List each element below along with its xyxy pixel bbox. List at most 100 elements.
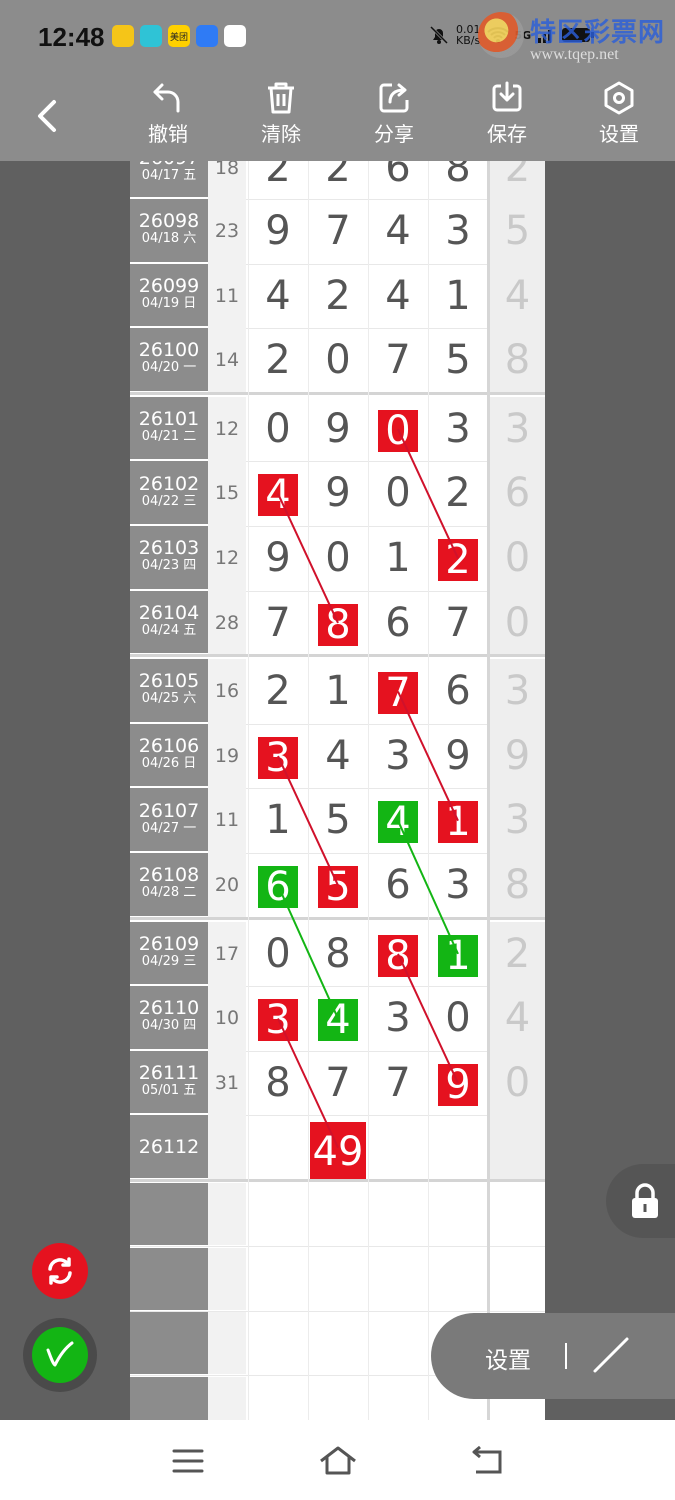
- digit-cell[interactable]: 2: [248, 161, 308, 199]
- digit-cell[interactable]: 2: [248, 328, 308, 393]
- digit-cell[interactable]: 3: [428, 199, 488, 264]
- digit-cell[interactable]: 4: [248, 264, 308, 329]
- column-divider: [368, 161, 369, 1420]
- digit-cell[interactable]: 6: [368, 161, 428, 199]
- digit-cell[interactable]: 5: [428, 328, 488, 393]
- digit-cell[interactable]: [368, 1115, 428, 1180]
- digit-cell[interactable]: 6: [248, 853, 308, 918]
- digit-cell[interactable]: [248, 1115, 308, 1180]
- undo-button[interactable]: 撤销: [128, 80, 208, 156]
- digit-cell[interactable]: 3: [248, 986, 308, 1051]
- digit-cell[interactable]: 4: [368, 264, 428, 329]
- digit-cell[interactable]: 7: [248, 591, 308, 656]
- digit-cell[interactable]: 6: [368, 591, 428, 656]
- highlighted-digit[interactable]: 7: [378, 672, 418, 715]
- digit-cell[interactable]: 8: [308, 922, 368, 987]
- clear-button[interactable]: 清除: [241, 80, 321, 156]
- digit-cell[interactable]: 7: [308, 199, 368, 264]
- highlighted-digit[interactable]: 8: [318, 603, 358, 646]
- digit-cell[interactable]: 8: [308, 591, 368, 656]
- digit-cell[interactable]: 0: [428, 986, 488, 1051]
- digit-cell[interactable]: 7: [368, 1051, 428, 1116]
- lock-button[interactable]: [606, 1164, 675, 1238]
- digit-cell[interactable]: 7: [368, 328, 428, 393]
- digit-cell[interactable]: 2: [428, 526, 488, 591]
- empty-sum-cell: [208, 1183, 246, 1245]
- back-button[interactable]: [28, 94, 68, 138]
- digit-cell[interactable]: 2: [248, 659, 308, 724]
- digit-cell[interactable]: 3: [248, 724, 308, 789]
- digit-cell[interactable]: 9: [428, 724, 488, 789]
- highlighted-digit[interactable]: 8: [378, 934, 418, 977]
- highlighted-digit[interactable]: 3: [258, 999, 298, 1042]
- digit-cell[interactable]: 7: [428, 591, 488, 656]
- digit-cell[interactable]: 2: [308, 264, 368, 329]
- highlighted-digit[interactable]: 5: [318, 866, 358, 908]
- digit-cell[interactable]: 0: [248, 922, 308, 987]
- digit-cell[interactable]: 1: [248, 788, 308, 853]
- digit-cell[interactable]: 5: [308, 788, 368, 853]
- digit-cell[interactable]: 9: [308, 461, 368, 526]
- highlighted-digit[interactable]: 1: [438, 934, 478, 977]
- digit-cell[interactable]: 1: [428, 264, 488, 329]
- digit-cell[interactable]: 2: [428, 461, 488, 526]
- settings-button[interactable]: 设置: [579, 80, 659, 156]
- digit-cell[interactable]: 7: [368, 659, 428, 724]
- digit-cell[interactable]: 8: [248, 1051, 308, 1116]
- highlighted-digit[interactable]: 49: [310, 1121, 366, 1182]
- digit-cell[interactable]: 9: [428, 1051, 488, 1116]
- digit-cell[interactable]: 4: [368, 788, 428, 853]
- menu-icon[interactable]: [172, 1448, 204, 1474]
- digit-cell[interactable]: 0: [248, 397, 308, 462]
- highlighted-digit[interactable]: 9: [438, 1063, 478, 1106]
- digit-cell[interactable]: 1: [428, 922, 488, 987]
- highlighted-digit[interactable]: 4: [258, 474, 298, 517]
- digit-cell[interactable]: 6: [428, 659, 488, 724]
- back-nav-icon[interactable]: [470, 1446, 504, 1476]
- digit-cell[interactable]: 4: [308, 724, 368, 789]
- floating-settings-panel[interactable]: 设置: [431, 1313, 675, 1399]
- digit-cell[interactable]: 8: [368, 922, 428, 987]
- refresh-button[interactable]: [32, 1243, 88, 1299]
- save-button[interactable]: 保存: [467, 80, 547, 156]
- digit-cell[interactable]: 2: [308, 161, 368, 199]
- digit-cell[interactable]: 7: [308, 1051, 368, 1116]
- highlighted-digit[interactable]: 0: [378, 409, 418, 452]
- digit-cell[interactable]: 9: [248, 526, 308, 591]
- highlighted-digit[interactable]: 3: [258, 736, 298, 779]
- trend-chart-table[interactable]: 2609704/17 五18226822609804/18 六239743526…: [130, 161, 545, 1420]
- pen-button[interactable]: [32, 1327, 88, 1383]
- digit-cell[interactable]: 4: [248, 461, 308, 526]
- digit-cell[interactable]: 4: [368, 199, 428, 264]
- highlighted-digit[interactable]: 2: [438, 539, 478, 581]
- digit-cell[interactable]: 3: [428, 397, 488, 462]
- digit-cell[interactable]: 1: [428, 788, 488, 853]
- line-draw-icon[interactable]: [591, 1335, 631, 1375]
- digit-cell[interactable]: 0: [368, 397, 428, 462]
- highlighted-digit[interactable]: 6: [258, 866, 298, 908]
- floating-settings-label[interactable]: 设置: [485, 1341, 531, 1375]
- digit-cell[interactable]: 49: [308, 1117, 368, 1187]
- digit-cell[interactable]: 6: [368, 853, 428, 918]
- digit-cell[interactable]: 1: [308, 659, 368, 724]
- highlighted-digit[interactable]: 1: [438, 801, 478, 844]
- digit-cell[interactable]: 3: [428, 853, 488, 918]
- digit-cell[interactable]: 0: [308, 328, 368, 393]
- digit-cell[interactable]: [428, 1115, 488, 1180]
- digit-cell[interactable]: 3: [368, 724, 428, 789]
- home-icon[interactable]: [318, 1444, 358, 1476]
- share-button[interactable]: 分享: [354, 80, 434, 156]
- period-number: 26099: [138, 274, 200, 297]
- digit-cell[interactable]: 8: [428, 161, 488, 199]
- digit-cell[interactable]: 9: [308, 397, 368, 462]
- digit-cell[interactable]: 3: [368, 986, 428, 1051]
- highlighted-digit[interactable]: 4: [318, 999, 358, 1042]
- digit-cell[interactable]: 9: [248, 199, 308, 264]
- digit-cell[interactable]: 0: [368, 461, 428, 526]
- digit-cell[interactable]: 5: [308, 853, 368, 918]
- period-date: 04/24 五: [141, 622, 197, 638]
- digit-cell[interactable]: 1: [368, 526, 428, 591]
- digit-cell[interactable]: 0: [308, 526, 368, 591]
- digit-cell[interactable]: 4: [308, 986, 368, 1051]
- highlighted-digit[interactable]: 4: [378, 801, 418, 844]
